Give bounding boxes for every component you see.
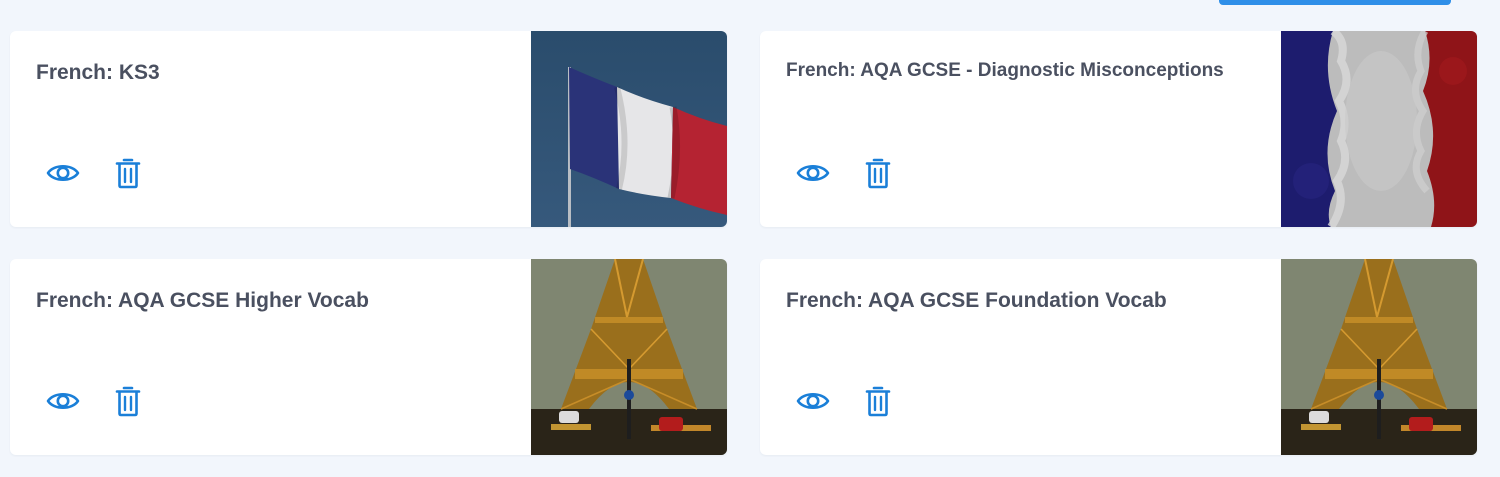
course-card-ks3: French: KS3	[10, 31, 727, 227]
card-title: French: KS3	[36, 61, 160, 84]
delete-button[interactable]	[861, 385, 895, 422]
painted-french-flag-image	[1281, 31, 1477, 227]
view-button[interactable]	[46, 159, 80, 191]
trash-icon	[115, 157, 141, 194]
delete-button[interactable]	[111, 385, 145, 422]
eiffel-tower-image	[531, 259, 727, 455]
view-button[interactable]	[796, 159, 830, 191]
card-title: French: AQA GCSE - Diagnostic Misconcept…	[786, 60, 1224, 81]
top-action-button[interactable]	[1219, 0, 1451, 5]
eye-icon	[46, 389, 80, 418]
delete-button[interactable]	[111, 157, 145, 194]
eye-icon	[46, 161, 80, 190]
eye-icon	[796, 161, 830, 190]
eye-icon	[796, 389, 830, 418]
trash-icon	[865, 385, 891, 422]
delete-button[interactable]	[861, 157, 895, 194]
french-flag-image	[531, 31, 727, 227]
trash-icon	[865, 157, 891, 194]
view-button[interactable]	[46, 387, 80, 419]
card-title: French: AQA GCSE Higher Vocab	[36, 289, 369, 312]
eiffel-tower-image	[1281, 259, 1477, 455]
view-button[interactable]	[796, 387, 830, 419]
card-title: French: AQA GCSE Foundation Vocab	[786, 289, 1167, 312]
course-card-foundation-vocab: French: AQA GCSE Foundation Vocab	[760, 259, 1477, 455]
trash-icon	[115, 385, 141, 422]
course-card-diagnostic: French: AQA GCSE - Diagnostic Misconcept…	[760, 31, 1477, 227]
course-card-higher-vocab: French: AQA GCSE Higher Vocab	[10, 259, 727, 455]
